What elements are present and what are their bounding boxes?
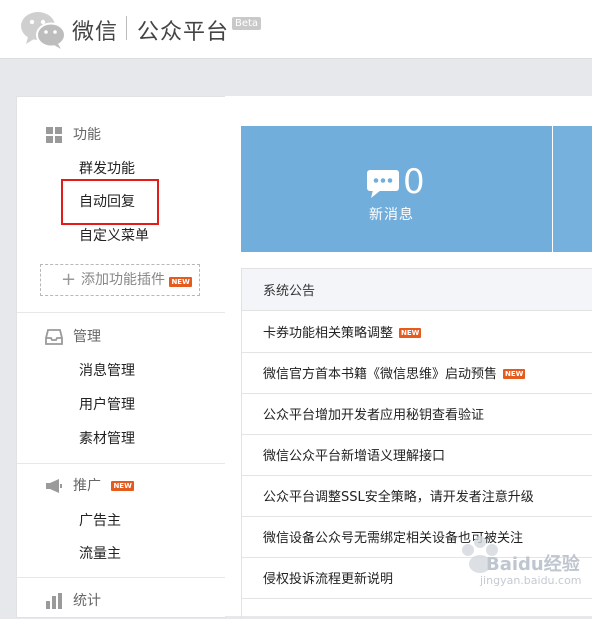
new-badge: NEW bbox=[169, 277, 192, 287]
top-header: 微信 公众平台 Beta bbox=[0, 0, 592, 59]
notice-text[interactable]: 公众平台增加开发者应用秘钥查看验证 bbox=[263, 404, 484, 423]
auto-reply-highlight-box bbox=[61, 179, 159, 225]
section-divider bbox=[17, 312, 225, 313]
section-title: 统计 bbox=[73, 593, 101, 609]
notice-text[interactable]: 微信公众平台新增语义理解接口 bbox=[263, 445, 445, 464]
watermark-text: Baidu经验 bbox=[486, 554, 580, 575]
new-message-label: 新消息 bbox=[369, 207, 414, 223]
new-message-count: 0 bbox=[403, 162, 425, 202]
section-title: 推广 bbox=[73, 478, 101, 494]
grid-icon bbox=[46, 127, 62, 143]
beta-badge: Beta bbox=[232, 17, 262, 30]
sidebar-item-material-manage[interactable]: 素材管理 bbox=[79, 429, 135, 449]
notice-item[interactable]: 卡券功能相关策略调整 NEW bbox=[242, 311, 592, 353]
section-title: 管理 bbox=[73, 329, 101, 345]
megaphone-icon bbox=[46, 479, 62, 493]
chart-icon bbox=[46, 593, 62, 609]
second-stat-card[interactable] bbox=[553, 126, 592, 252]
new-message-card[interactable]: 0 新消息 bbox=[241, 126, 552, 252]
notice-header: 系统公告 bbox=[242, 269, 592, 311]
sidebar-item-advertiser[interactable]: 广告主 bbox=[79, 511, 121, 531]
section-divider bbox=[17, 463, 225, 464]
add-plugin-button[interactable]: + 添加功能插件 NEW bbox=[40, 264, 200, 296]
add-plugin-label: 添加功能插件 bbox=[81, 272, 165, 288]
sidebar-item-mass-send[interactable]: 群发功能 bbox=[79, 159, 135, 179]
notice-item[interactable]: 微信公众平台新增语义理解接口 bbox=[242, 434, 592, 476]
section-divider bbox=[17, 577, 225, 578]
new-badge: NEW bbox=[111, 481, 134, 491]
plus-icon: + bbox=[61, 269, 77, 290]
message-bubble-icon bbox=[367, 170, 399, 198]
notice-title: 系统公告 bbox=[263, 284, 316, 299]
notice-item[interactable]: 公众平台调整SSL安全策略，请开发者注意升级 bbox=[242, 475, 592, 517]
new-badge: NEW bbox=[503, 369, 526, 379]
notice-text[interactable]: 微信官方首本书籍《微信思维》启动预售 bbox=[263, 367, 497, 382]
notice-text[interactable]: 卡券功能相关策略调整 bbox=[263, 326, 393, 341]
sidebar-item-message-manage[interactable]: 消息管理 bbox=[79, 361, 135, 381]
inbox-icon bbox=[45, 329, 63, 345]
sidebar-item-custom-menu[interactable]: 自定义菜单 bbox=[79, 226, 149, 246]
notice-item[interactable]: 公众平台增加开发者应用秘钥查看验证 bbox=[242, 393, 592, 435]
platform-name[interactable]: 公众平台 bbox=[137, 14, 229, 46]
section-title: 功能 bbox=[73, 127, 101, 143]
notice-text[interactable]: 公众平台调整SSL安全策略，请开发者注意升级 bbox=[263, 486, 534, 505]
watermark-url: jingyan.baidu.com bbox=[480, 574, 582, 587]
sidebar: 功能 群发功能 自动回复 自定义菜单 + 添加功能插件 NEW 管理 消息管理 … bbox=[16, 96, 226, 618]
notice-item[interactable]: 微信官方首本书籍《微信思维》启动预售 NEW bbox=[242, 352, 592, 394]
notice-text[interactable]: 侵权投诉流程更新说明 bbox=[263, 568, 393, 587]
wechat-logo-icon bbox=[21, 12, 66, 49]
sidebar-item-publisher[interactable]: 流量主 bbox=[79, 544, 121, 564]
sidebar-item-user-manage[interactable]: 用户管理 bbox=[79, 395, 135, 415]
brand-name[interactable]: 微信 bbox=[72, 14, 118, 46]
new-badge: NEW bbox=[399, 328, 422, 338]
brand-divider bbox=[126, 16, 127, 40]
